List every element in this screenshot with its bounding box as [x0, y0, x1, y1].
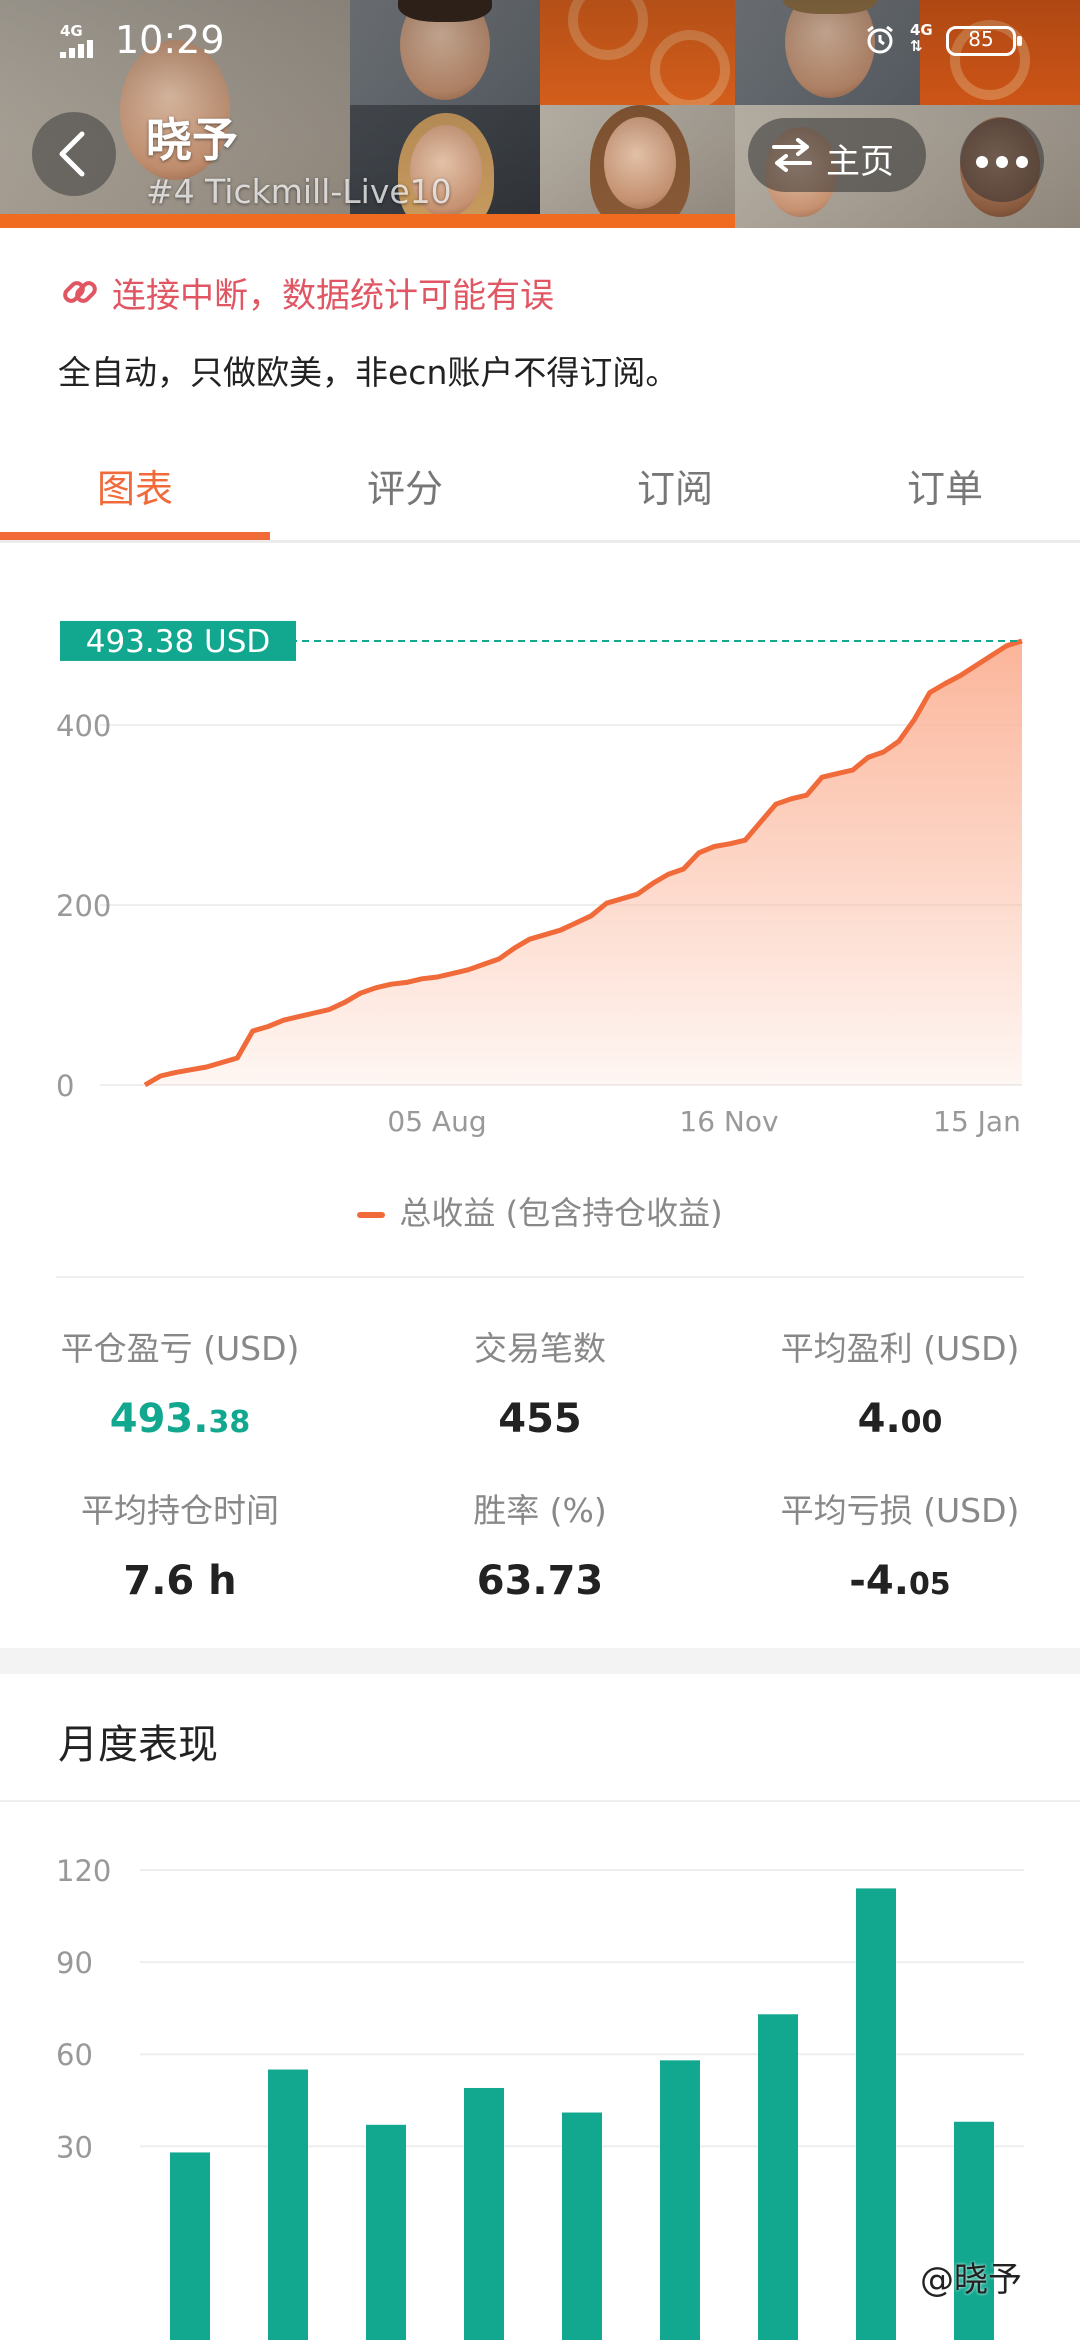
stat-label: 平均盈利 (USD): [780, 1329, 1020, 1368]
y-tick-label: 400: [56, 709, 111, 743]
monthly-bar-chart[interactable]: 30 60 90 120: [0, 1830, 1080, 2340]
tab-bar: 图表 评分 订阅 订单: [0, 430, 1080, 543]
stat-label: 胜率 (%): [473, 1491, 607, 1530]
divider: [0, 1800, 1080, 1802]
monthly-bar: [268, 2069, 308, 2340]
back-button[interactable]: [32, 112, 116, 196]
x-tick-label: 16 Nov: [679, 1105, 778, 1138]
status-bar: 4G 10:29 4G ⇅ 85: [0, 0, 1080, 80]
monthly-bar: [366, 2124, 406, 2340]
equity-area: [145, 641, 1022, 1085]
network-type-secondary: 4G ⇅: [910, 21, 933, 55]
stat-avg-hold-time: 平均持仓时间 7.6 h: [0, 1484, 360, 1604]
y-tick-label: 60: [56, 2038, 93, 2072]
stat-closed-pnl: 平仓盈亏 (USD) 493.38: [0, 1322, 360, 1442]
x-tick-label: 05 Aug: [387, 1105, 486, 1138]
network-type: 4G: [60, 22, 83, 40]
y-tick-label: 30: [56, 2130, 93, 2164]
stat-value: -4.05: [849, 1558, 951, 1604]
tab-rating[interactable]: 评分: [270, 458, 540, 513]
swap-icon: [772, 138, 812, 172]
stat-value: 455: [498, 1396, 582, 1442]
home-button[interactable]: 主页: [748, 118, 926, 192]
watermark: @晓予: [920, 2260, 1022, 2300]
stat-label: 平均亏损 (USD): [780, 1491, 1020, 1530]
monthly-bar: [464, 2087, 504, 2340]
stat-win-rate: 胜率 (%) 63.73: [360, 1484, 720, 1604]
stat-avg-loss: 平均亏损 (USD) -4.05: [720, 1484, 1080, 1604]
stat-trade-count: 交易笔数 455: [360, 1322, 720, 1442]
stat-label: 平仓盈亏 (USD): [60, 1329, 300, 1368]
monthly-bar: [758, 2014, 798, 2340]
more-dots-icon: [976, 156, 988, 168]
chart-legend: 总收益 (包含持仓收益): [0, 1188, 1080, 1234]
monthly-section-title: 月度表现: [58, 1722, 218, 1768]
tab-chart[interactable]: 图表: [0, 458, 270, 513]
stat-avg-profit: 平均盈利 (USD) 4.00: [720, 1322, 1080, 1442]
y-tick-label: 0: [56, 1069, 74, 1103]
x-tick-label: 15 Jan: [933, 1105, 1021, 1138]
stat-label: 交易笔数: [474, 1329, 606, 1368]
monthly-bar: [856, 1888, 896, 2340]
y-tick-label: 120: [56, 1854, 111, 1888]
home-label: 主页: [826, 142, 894, 182]
battery-level: 85: [968, 27, 994, 51]
section-gap: [0, 1648, 1080, 1674]
signal-icon: [60, 40, 104, 58]
legend-swatch: [357, 1212, 386, 1218]
current-value-label: 493.38 USD: [86, 624, 271, 660]
equity-chart[interactable]: 0 200 400 493.38 USD 05 Aug 16 Nov 15 Jan: [0, 545, 1080, 1185]
stat-value: 63.73: [476, 1558, 604, 1604]
battery-icon: 85: [946, 26, 1022, 56]
monthly-bar: [170, 2152, 210, 2340]
monthly-bar: [660, 2060, 700, 2340]
more-button[interactable]: [960, 118, 1044, 202]
clock: 10:29: [115, 18, 225, 62]
header-accent-bar: [0, 214, 735, 228]
trader-name: 晓予: [146, 113, 238, 167]
back-arrow-icon: [59, 131, 85, 177]
active-tab-indicator: [0, 532, 270, 540]
stat-value: 7.6 h: [123, 1558, 237, 1604]
tab-orders[interactable]: 订单: [810, 458, 1080, 513]
tab-subscribe[interactable]: 订阅: [540, 458, 810, 513]
y-tick-label: 200: [56, 889, 111, 923]
y-tick-label: 90: [56, 1946, 93, 1980]
alarm-icon: [867, 25, 893, 54]
warning-text: 连接中断，数据统计可能有误: [112, 276, 554, 316]
divider: [56, 1276, 1024, 1278]
profile-header: 4G 10:29 4G ⇅ 85 晓予 #4 Tickmill-Live10 主页: [0, 0, 1080, 228]
stat-value: 4.00: [857, 1396, 943, 1442]
broken-link-icon: [63, 281, 97, 303]
monthly-bar: [954, 2121, 994, 2340]
strategy-description: 全自动，只做欧美，非ecn账户不得订阅。: [58, 353, 679, 392]
stat-value: 493.38: [109, 1396, 251, 1442]
legend-label: 总收益 (包含持仓收益): [399, 1194, 723, 1232]
monthly-bar: [562, 2112, 602, 2340]
account-subtitle: #4 Tickmill-Live10: [146, 172, 452, 211]
stat-label: 平均持仓时间: [81, 1491, 279, 1530]
